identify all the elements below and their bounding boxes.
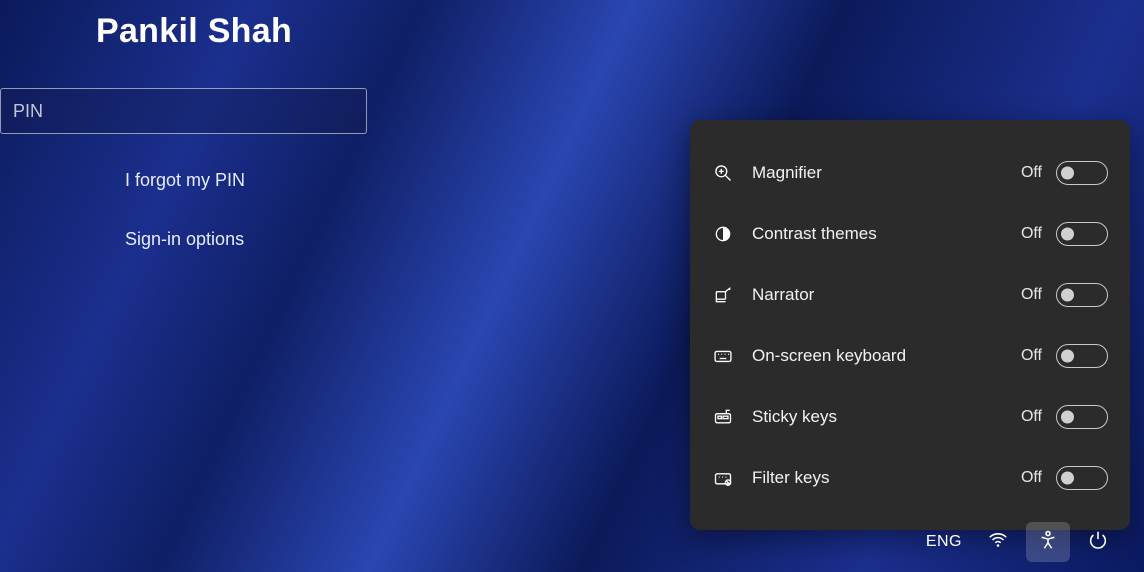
a11y-row-contrast[interactable]: Contrast themes Off [712, 203, 1108, 264]
power-icon [1087, 529, 1109, 555]
a11y-row-sticky[interactable]: Sticky keys Off [712, 386, 1108, 447]
narrator-icon [712, 284, 734, 306]
accessibility-icon [1037, 529, 1059, 555]
sticky-toggle[interactable] [1056, 405, 1108, 429]
a11y-state: Off [1021, 225, 1042, 243]
a11y-label: Sticky keys [752, 407, 1021, 427]
a11y-row-osk[interactable]: On-screen keyboard Off [712, 325, 1108, 386]
magnifier-toggle[interactable] [1056, 161, 1108, 185]
keyboard-icon [712, 345, 734, 367]
contrast-icon [712, 223, 734, 245]
accessibility-button[interactable] [1026, 522, 1070, 562]
contrast-toggle[interactable] [1056, 222, 1108, 246]
network-button[interactable] [976, 522, 1020, 562]
filter-toggle[interactable] [1056, 466, 1108, 490]
pin-input[interactable] [0, 88, 367, 134]
forgot-pin-link[interactable]: I forgot my PIN [125, 170, 245, 191]
a11y-state: Off [1021, 286, 1042, 304]
a11y-label: Filter keys [752, 468, 1021, 488]
a11y-state: Off [1021, 469, 1042, 487]
filter-keys-icon [712, 467, 734, 489]
wifi-icon [987, 529, 1009, 555]
a11y-label: On-screen keyboard [752, 346, 1021, 366]
a11y-state: Off [1021, 408, 1042, 426]
language-button[interactable]: ENG [918, 522, 970, 562]
narrator-toggle[interactable] [1056, 283, 1108, 307]
a11y-label: Narrator [752, 285, 1021, 305]
a11y-row-magnifier[interactable]: Magnifier Off [712, 142, 1108, 203]
a11y-label: Magnifier [752, 163, 1021, 183]
a11y-state: Off [1021, 164, 1042, 182]
magnifier-icon [712, 162, 734, 184]
sticky-keys-icon [712, 406, 734, 428]
a11y-state: Off [1021, 347, 1042, 365]
a11y-row-filter[interactable]: Filter keys Off [712, 447, 1108, 508]
system-tray: ENG [918, 522, 1120, 562]
user-name: Pankil Shah [96, 12, 292, 51]
osk-toggle[interactable] [1056, 344, 1108, 368]
sign-in-options-link[interactable]: Sign-in options [125, 229, 244, 250]
a11y-label: Contrast themes [752, 224, 1021, 244]
accessibility-flyout: Magnifier Off Contrast themes Off Narrat… [690, 120, 1130, 530]
power-button[interactable] [1076, 522, 1120, 562]
a11y-row-narrator[interactable]: Narrator Off [712, 264, 1108, 325]
